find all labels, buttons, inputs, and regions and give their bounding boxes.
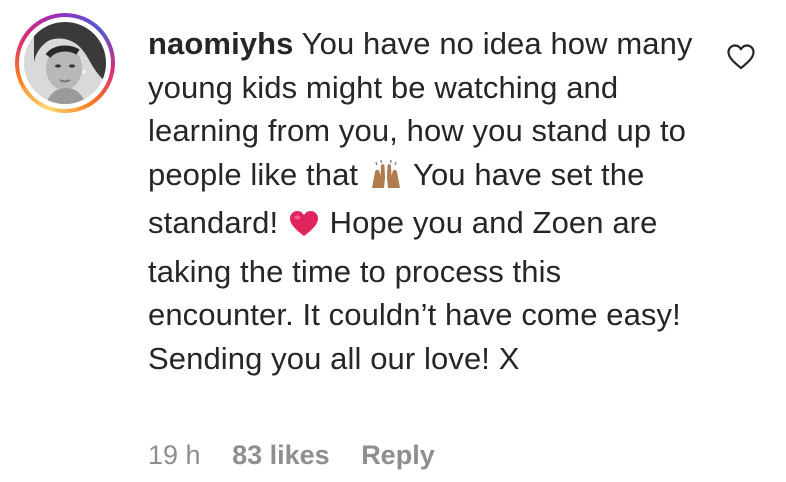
timestamp[interactable]: 19 h	[148, 440, 201, 470]
avatar[interactable]	[24, 22, 106, 104]
comment-text: naomiyhs You have no idea how many young…	[148, 22, 708, 380]
comment: naomiyhs You have no idea how many young…	[0, 0, 786, 482]
avatar-photo	[24, 22, 106, 104]
story-ring[interactable]	[15, 13, 115, 113]
red-heart-icon	[289, 206, 319, 250]
username[interactable]: naomiyhs	[148, 26, 294, 61]
likes-count[interactable]: 83 likes	[232, 440, 330, 470]
like-heart-icon[interactable]	[727, 44, 755, 70]
raising-hands-icon	[369, 158, 403, 202]
reply-button[interactable]: Reply	[361, 440, 435, 470]
comment-meta: 19 h 83 likes Reply	[148, 440, 459, 471]
